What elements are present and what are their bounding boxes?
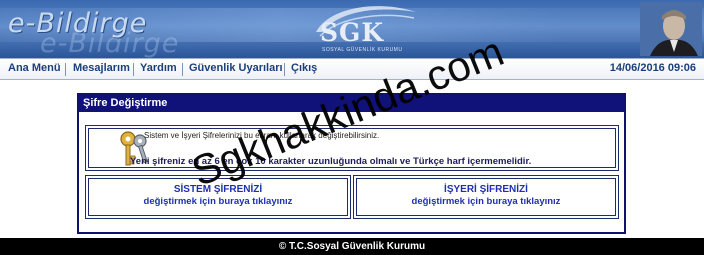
portrait-image — [640, 2, 702, 56]
system-password-link[interactable]: SİSTEM ŞİFRENİZİ değiştirmek için buraya… — [85, 175, 351, 219]
menu-item-cikis[interactable]: Çıkış — [291, 62, 317, 74]
system-password-subtitle[interactable]: değiştirmek için buraya tıklayınız — [86, 196, 350, 207]
header-banner: e-Bildirge e-Bildirge SGK SOSYAL GÜVENLİ… — [0, 0, 704, 58]
menu-divider — [133, 63, 134, 76]
password-rule-text: Yeni şifreniz en az 6 en çok 10 karakter… — [130, 156, 532, 167]
logo-text: SGK — [320, 18, 385, 47]
logo-subtitle: SOSYAL GÜVENLİK KURUMU — [322, 47, 403, 53]
footer-copyright: © T.C.Sosyal Güvenlik Kurumu — [0, 238, 704, 255]
menu-item-ana-menu[interactable]: Ana Menü — [8, 62, 61, 74]
menu-item-mesajlarim[interactable]: Mesajlarım — [73, 62, 130, 74]
menu-divider — [65, 63, 66, 76]
workplace-password-title[interactable]: İŞYERİ ŞİFRENİZİ — [354, 184, 618, 195]
menu-bar: Ana Menü Mesajlarım Yardım Güvenlik Uyar… — [0, 58, 704, 80]
menu-divider — [182, 63, 183, 76]
system-password-title[interactable]: SİSTEM ŞİFRENİZİ — [86, 184, 350, 195]
date-time: 14/06/2016 09:06 — [609, 62, 696, 74]
menu-divider — [284, 63, 285, 76]
workplace-password-subtitle[interactable]: değiştirmek için buraya tıklayınız — [354, 196, 618, 207]
workplace-password-link[interactable]: İŞYERİ ŞİFRENİZİ değiştirmek için buraya… — [353, 175, 619, 219]
info-box: Sistem ve İşyeri Şifrelerinizi bu ekranı… — [85, 125, 619, 171]
panel-title: Şifre Değiştirme — [79, 95, 624, 112]
menu-item-yardim[interactable]: Yardım — [140, 62, 177, 74]
password-change-panel: Şifre Değiştirme Sistem ve İşyeri Şifrel… — [77, 93, 626, 234]
app-title: e-Bildirge — [8, 8, 148, 39]
info-text: Sistem ve İşyeri Şifrelerinizi bu ekranı… — [144, 131, 380, 140]
menu-item-guvenlik-uyarilari[interactable]: Güvenlik Uyarıları — [189, 62, 283, 74]
